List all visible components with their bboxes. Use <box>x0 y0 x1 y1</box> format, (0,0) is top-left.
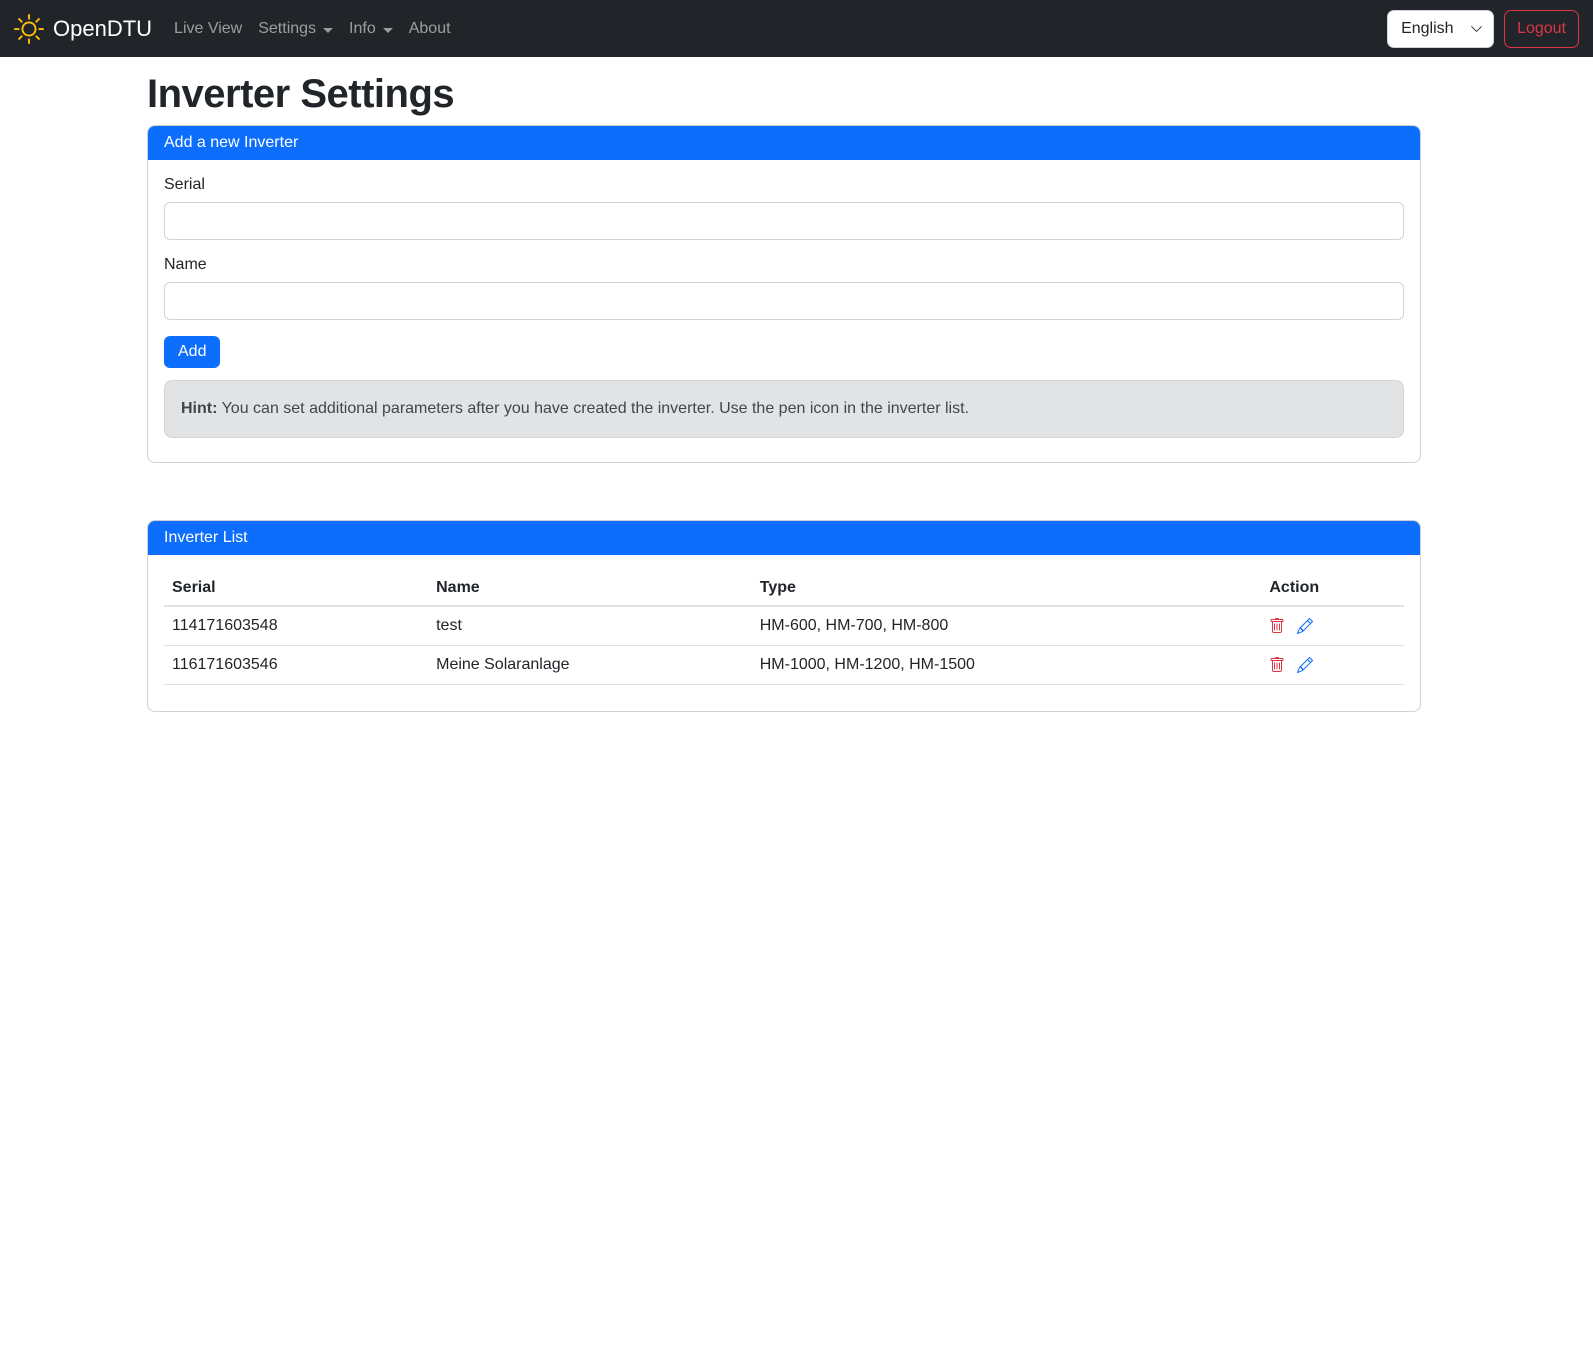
cell-type: HM-1000, HM-1200, HM-1500 <box>752 646 1262 685</box>
language-select[interactable]: English <box>1387 10 1494 48</box>
serial-label: Serial <box>164 176 1404 194</box>
nav-menu: Live View Settings Info About <box>166 12 459 46</box>
main-content: Inverter Settings Add a new Inverter Ser… <box>147 57 1421 712</box>
nav-item-info[interactable]: Info <box>341 12 401 46</box>
add-inverter-card: Add a new Inverter Serial Name Add Hint:… <box>147 125 1421 463</box>
hint-text: You can set additional parameters after … <box>217 400 969 417</box>
cell-type: HM-600, HM-700, HM-800 <box>752 606 1262 646</box>
cell-action <box>1261 646 1404 685</box>
add-inverter-card-body: Serial Name Add Hint: You can set additi… <box>148 160 1420 462</box>
nav-item-label: Info <box>349 20 376 38</box>
navbar-right: English Logout <box>1387 10 1579 48</box>
nav-item-live-view[interactable]: Live View <box>166 12 250 46</box>
table-row: 114171603548 test HM-600, HM-700, HM-800 <box>164 606 1404 646</box>
add-button[interactable]: Add <box>164 336 220 368</box>
cell-action <box>1261 606 1404 646</box>
cell-name: Meine Solaranlage <box>428 646 752 685</box>
edit-inverter-icon[interactable] <box>1297 657 1313 673</box>
nav-item-label: About <box>409 20 451 38</box>
nav-item-settings[interactable]: Settings <box>250 12 341 46</box>
nav-item-label: Live View <box>174 20 242 38</box>
chevron-down-icon <box>323 28 333 33</box>
column-header-action: Action <box>1261 571 1404 606</box>
inverter-list-card: Inverter List Serial Name Type Action 11… <box>147 520 1421 712</box>
brand-logo[interactable]: OpenDTU <box>14 14 152 44</box>
table-row: 116171603546 Meine Solaranlage HM-1000, … <box>164 646 1404 685</box>
inverter-list-card-header: Inverter List <box>148 521 1420 555</box>
cell-serial: 114171603548 <box>164 606 428 646</box>
edit-inverter-icon[interactable] <box>1297 618 1313 634</box>
serial-input[interactable] <box>164 202 1404 240</box>
navbar: OpenDTU Live View Settings Info About En… <box>0 0 1593 57</box>
name-label: Name <box>164 256 1404 274</box>
page-title: Inverter Settings <box>147 72 1421 117</box>
chevron-down-icon <box>383 28 393 33</box>
sun-icon <box>14 14 44 44</box>
inverter-list-card-body: Serial Name Type Action 114171603548 tes… <box>148 555 1420 711</box>
add-inverter-card-header: Add a new Inverter <box>148 126 1420 160</box>
column-header-name: Name <box>428 571 752 606</box>
delete-inverter-icon[interactable] <box>1269 618 1285 634</box>
hint-label: Hint: <box>181 400 217 417</box>
delete-inverter-icon[interactable] <box>1269 657 1285 673</box>
brand-label: OpenDTU <box>53 16 152 42</box>
cell-serial: 116171603546 <box>164 646 428 685</box>
table-header-row: Serial Name Type Action <box>164 571 1404 606</box>
nav-item-label: Settings <box>258 20 316 38</box>
language-select-wrap: English <box>1387 10 1494 48</box>
hint-alert: Hint: You can set additional parameters … <box>164 380 1404 438</box>
name-input[interactable] <box>164 282 1404 320</box>
table-bottom-spacer <box>164 685 1404 695</box>
column-header-type: Type <box>752 571 1262 606</box>
cell-name: test <box>428 606 752 646</box>
logout-button[interactable]: Logout <box>1504 10 1579 48</box>
nav-item-about[interactable]: About <box>401 12 459 46</box>
inverter-table: Serial Name Type Action 114171603548 tes… <box>164 571 1404 685</box>
column-header-serial: Serial <box>164 571 428 606</box>
